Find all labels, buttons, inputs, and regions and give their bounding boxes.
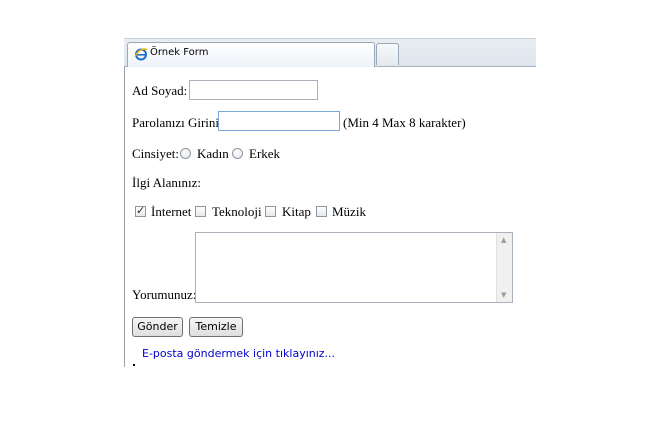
check-icon: ✓	[136, 204, 146, 217]
interest-checkbox-internet[interactable]: ✓	[135, 204, 146, 217]
reset-button[interactable]: Temizle	[189, 317, 243, 337]
gender-radio-kadin[interactable]	[180, 148, 191, 159]
password-input[interactable]	[218, 111, 340, 131]
name-input[interactable]	[189, 80, 318, 100]
tab-strip: Örnek Form	[124, 38, 536, 67]
link-bullet	[133, 364, 135, 366]
browser-window: Örnek Form Ad Soyad: Parolanızı Giriniz …	[0, 0, 660, 440]
interest-label-kitap: Kitap	[282, 204, 311, 219]
comment-scrollbar[interactable]: ▲ ▼	[496, 233, 512, 302]
gender-radio-erkek[interactable]	[232, 148, 243, 159]
interest-checkbox-muzik[interactable]	[316, 206, 327, 217]
comment-label: Yorumunuz:	[132, 287, 197, 302]
interest-checkbox-teknoloji[interactable]	[195, 206, 206, 217]
scroll-down-icon[interactable]: ▼	[501, 291, 506, 299]
password-label: Parolanızı Giriniz	[132, 115, 225, 130]
new-tab-icon[interactable]	[376, 43, 399, 65]
scroll-up-icon[interactable]: ▲	[501, 236, 506, 244]
gender-option-erkek: Erkek	[249, 146, 281, 161]
interest-label-internet: İnternet	[151, 204, 192, 219]
tab-title: Örnek Form	[150, 47, 209, 58]
email-link[interactable]: E-posta göndermek için tıklayınız...	[142, 347, 335, 360]
tab-ornek-form[interactable]: Örnek Form	[127, 42, 375, 67]
name-label: Ad Soyad:	[132, 83, 188, 98]
gender-label: Cinsiyet:	[132, 146, 179, 161]
interest-checkbox-kitap[interactable]	[265, 206, 276, 217]
submit-button[interactable]: Gönder	[132, 317, 183, 337]
comment-textarea[interactable]: ▲ ▼	[195, 232, 513, 303]
gender-option-kadin: Kadın	[197, 146, 229, 161]
ie-icon	[134, 48, 148, 61]
password-hint: (Min 4 Max 8 karakter)	[343, 115, 466, 130]
page-content: Ad Soyad: Parolanızı Giriniz (Min 4 Max …	[124, 67, 536, 367]
interests-label: İlgi Alanınız:	[132, 175, 201, 190]
interest-label-teknoloji: Teknoloji	[212, 204, 262, 219]
interest-label-muzik: Müzik	[332, 204, 366, 219]
